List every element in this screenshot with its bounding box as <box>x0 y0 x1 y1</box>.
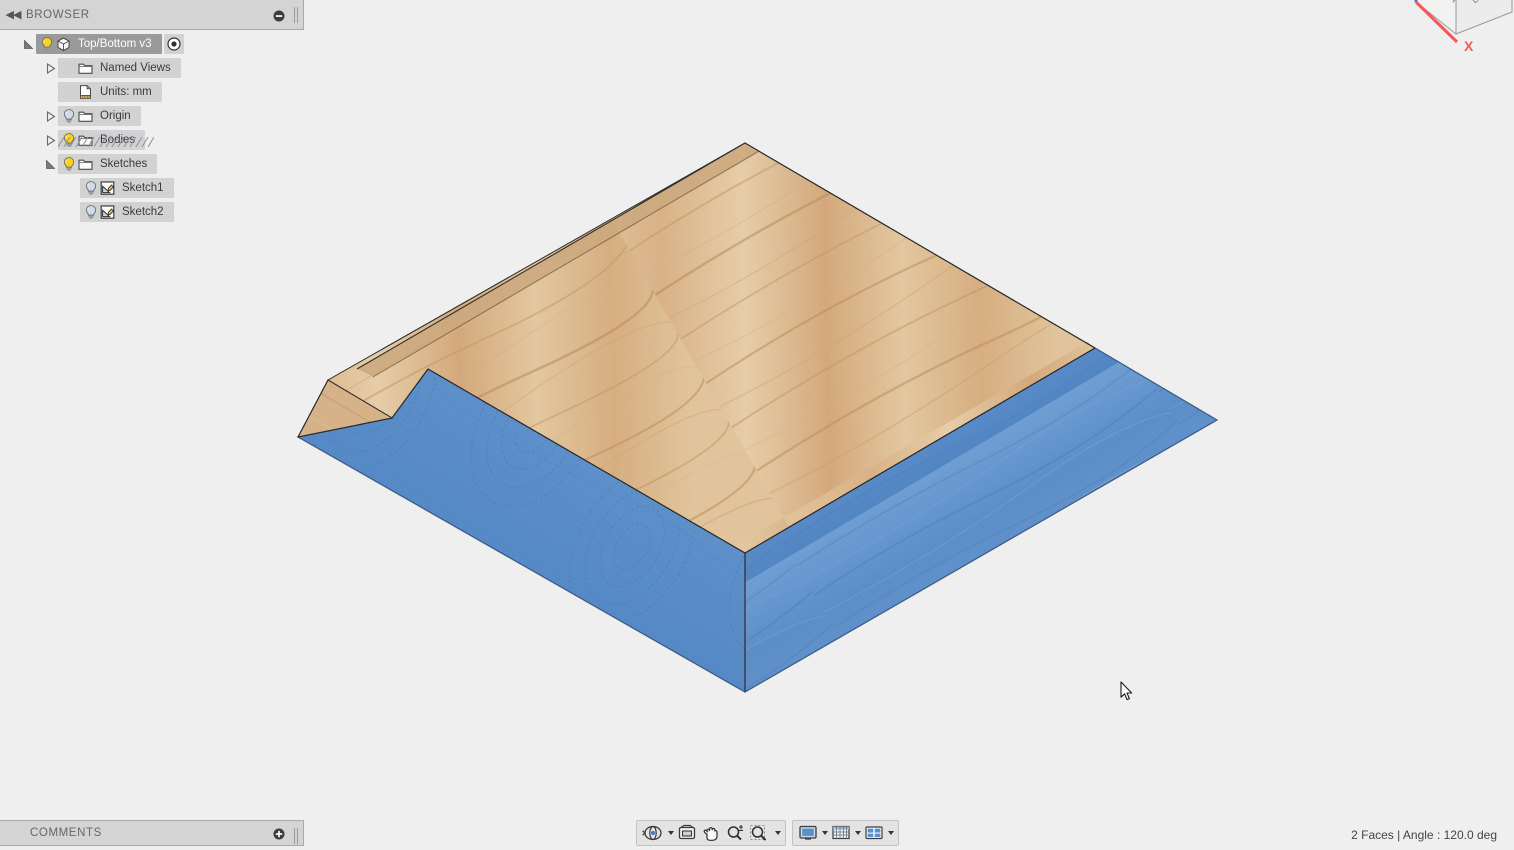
visibility-bulb-icon[interactable] <box>39 36 55 52</box>
tree-row-sketch2[interactable]: Sketch2 <box>0 200 304 224</box>
grid-icon <box>832 825 850 840</box>
folder-icon <box>77 60 94 76</box>
tree-item-bodies[interactable]: Bodies <box>58 130 146 150</box>
browser-panel: ◀◀ BROWSER <box>0 0 304 30</box>
visibility-bulb-icon[interactable] <box>61 156 77 172</box>
component-icon <box>55 36 72 52</box>
comments-resize-grip[interactable] <box>294 828 300 844</box>
twisty-toggle[interactable] <box>42 104 58 128</box>
comments-bar[interactable]: COMMENTS <box>0 820 304 846</box>
twisty-toggle[interactable] <box>42 152 58 176</box>
twisty-expanded-icon <box>45 159 55 169</box>
viewport-layout-button[interactable] <box>862 822 886 844</box>
visibility-bulb-icon[interactable] <box>83 204 99 220</box>
display-settings-caret[interactable] <box>820 822 829 844</box>
tree-item-sketches[interactable]: Sketches <box>58 154 158 174</box>
grid-and-snaps-caret[interactable] <box>853 822 862 844</box>
tree-item-label: Units: mm <box>100 86 152 98</box>
sketch-icon <box>99 180 116 196</box>
twisty-collapsed-icon <box>46 110 56 122</box>
status-bar-selection-info: 2 Faces | Angle : 120.0 deg <box>1351 828 1497 842</box>
minimize-icon[interactable] <box>273 9 285 21</box>
tree-item-label: Sketches <box>100 158 148 170</box>
fit-tool[interactable] <box>747 822 773 844</box>
visibility-bulb-icon[interactable] <box>61 108 77 124</box>
tree-row-sketch1[interactable]: Sketch1 <box>0 176 304 200</box>
tree-row-units-mm[interactable]: Units: mm <box>0 80 304 104</box>
plus-circle-icon[interactable] <box>273 827 285 840</box>
tree-item-label: Named Views <box>100 62 171 74</box>
viewport-layout-caret[interactable] <box>886 822 895 844</box>
tree-row-sketches[interactable]: Sketches <box>0 152 304 176</box>
orbit-icon <box>642 825 662 841</box>
folder-icon <box>77 132 94 148</box>
twisty-toggle[interactable] <box>42 56 58 80</box>
nav-toolbar-group-navigate <box>636 820 786 846</box>
viewports-icon <box>865 826 883 840</box>
tree-item-label: Sketch1 <box>122 182 164 194</box>
folder-icon <box>77 108 94 124</box>
navigation-toolbar[interactable] <box>636 820 899 846</box>
document-ruler-icon <box>77 84 94 100</box>
twisty-collapsed-icon <box>46 134 56 146</box>
zoom-fit-icon <box>750 825 767 841</box>
folder-icon <box>77 156 94 172</box>
tree-item-units-mm[interactable]: Units: mm <box>58 82 162 102</box>
visibility-bulb-icon[interactable] <box>61 132 77 148</box>
nav-toolbar-group-display <box>792 820 899 846</box>
tree-item-sketch1[interactable]: Sketch1 <box>80 178 174 198</box>
display-settings-button[interactable] <box>796 822 820 844</box>
comments-title: COMMENTS <box>30 827 102 839</box>
tree-row-top-bottom-v3[interactable]: Top/Bottom v3 <box>0 32 304 56</box>
orbit-dropdown-caret[interactable] <box>666 822 675 844</box>
tree-row-bodies[interactable]: Bodies <box>0 128 304 152</box>
tree-item-label: Sketch2 <box>122 206 164 218</box>
look-at-icon <box>678 824 696 840</box>
activate-component-radio[interactable] <box>163 34 184 54</box>
tree-row-origin[interactable]: Origin <box>0 104 304 128</box>
pan-tool[interactable] <box>699 822 723 844</box>
tree-item-named-views[interactable]: Named Views <box>58 58 181 78</box>
look-at-tool[interactable] <box>675 822 699 844</box>
tree-item-label: Origin <box>100 110 131 122</box>
tree-row-named-views[interactable]: Named Views <box>0 56 304 80</box>
bulb-spacer <box>61 60 77 76</box>
hand-pan-icon <box>703 827 718 841</box>
twisty-collapsed-icon <box>46 62 56 74</box>
tree-item-sketch2[interactable]: Sketch2 <box>80 202 174 222</box>
tree-item-origin[interactable]: Origin <box>58 106 141 126</box>
grid-and-snaps-button[interactable] <box>829 822 853 844</box>
orbit-tool[interactable] <box>640 822 666 844</box>
tree-item-label: Bodies <box>100 134 136 146</box>
zoom-magnifier-icon <box>727 825 743 841</box>
twisty-toggle[interactable] <box>20 32 36 56</box>
browser-tree[interactable]: Top/Bottom v3 Named Views Units: mm Origin B… <box>0 32 304 224</box>
tree-item-label: Top/Bottom v3 <box>78 38 152 50</box>
browser-title: BROWSER <box>26 8 90 21</box>
bulb-spacer <box>61 84 77 100</box>
panel-resize-grip[interactable] <box>294 7 300 23</box>
zoom-tool[interactable] <box>723 822 747 844</box>
monitor-icon <box>799 825 817 840</box>
twisty-expanded-icon <box>23 39 33 49</box>
browser-header: ◀◀ BROWSER <box>0 0 304 30</box>
sketch-icon <box>99 204 116 220</box>
visibility-bulb-icon[interactable] <box>83 180 99 196</box>
twisty-toggle[interactable] <box>42 128 58 152</box>
tree-item-top-bottom-v3[interactable]: Top/Bottom v3 <box>36 34 162 54</box>
double-left-chevron-icon[interactable]: ◀◀ <box>0 8 26 21</box>
fit-dropdown-caret[interactable] <box>773 822 782 844</box>
